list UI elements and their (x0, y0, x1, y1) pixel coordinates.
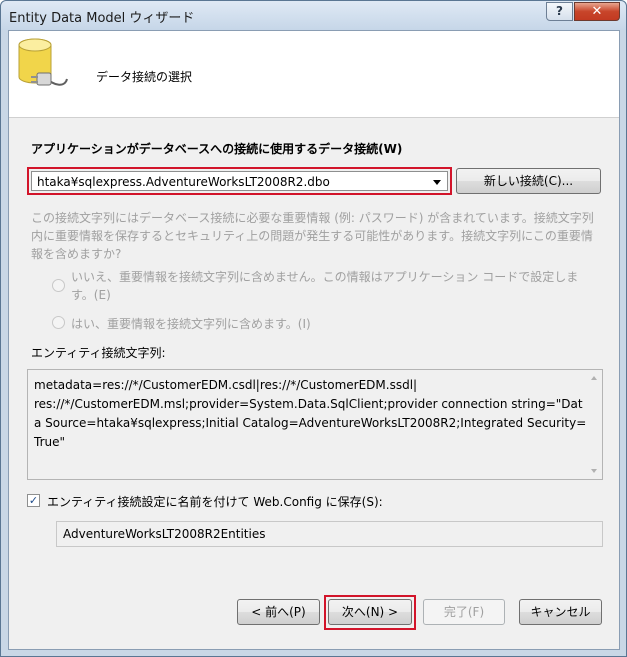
wizard-client-area: データ接続の選択 アプリケーションがデータベースへの接続に使用するデータ接続(W… (8, 30, 620, 650)
connection-label: アプリケーションがデータベースへの接続に使用するデータ接続(W) (31, 142, 403, 156)
entity-connection-label: エンティティ接続文字列: (31, 346, 166, 360)
window-title: Entity Data Model ウィザード (9, 11, 195, 26)
connection-name-value: AdventureWorksLT2008R2Entities (63, 527, 266, 541)
cancel-button[interactable]: キャンセル (519, 599, 602, 625)
scroll-up-icon[interactable] (591, 376, 597, 380)
radio-exclude-sensitive[interactable] (52, 279, 65, 292)
sensitive-info-description-3: 報を含めますか? (31, 247, 122, 261)
radio-exclude-sensitive-label-1: いいえ、重要情報を接続文字列に含めません。この情報はアプリケーション コードで設… (71, 270, 579, 284)
sensitive-info-description-2: 内に重要情報を保存するとセキュリティ上の問題が発生する可能性があります。接続文字… (31, 229, 593, 243)
database-plug-icon (18, 38, 68, 86)
title-bar[interactable]: Entity Data Model ウィザード ? ✕ (1, 1, 626, 30)
checkmark-icon: ✓ (28, 494, 39, 507)
save-config-checkbox[interactable]: ✓ (27, 494, 40, 507)
connection-dropdown[interactable]: htaka¥sqlexpress.AdventureWorksLT2008R2.… (27, 167, 452, 195)
entity-connection-value: metadata=res://*/CustomerEDM.csdl|res://… (34, 378, 587, 449)
connection-dropdown-value: htaka¥sqlexpress.AdventureWorksLT2008R2.… (37, 175, 330, 189)
wizard-header: データ接続の選択 (9, 31, 619, 118)
radio-include-sensitive[interactable] (52, 316, 65, 329)
radio-include-sensitive-label: はい、重要情報を接続文字列に含めます。(I) (71, 317, 311, 331)
close-button[interactable]: ✕ (574, 2, 620, 21)
help-button[interactable]: ? (546, 2, 573, 21)
new-connection-button[interactable]: 新しい接続(C)... (456, 168, 601, 194)
entity-connection-scrollbar[interactable] (587, 370, 602, 479)
page-title: データ接続の選択 (96, 70, 193, 84)
radio-exclude-sensitive-label-2: す。(E) (71, 288, 111, 302)
chevron-down-icon[interactable] (433, 180, 441, 185)
entity-connection-textbox[interactable]: metadata=res://*/CustomerEDM.csdl|res://… (27, 369, 603, 480)
next-button[interactable]: 次へ(N) > (328, 599, 412, 625)
connection-dropdown-box[interactable]: htaka¥sqlexpress.AdventureWorksLT2008R2.… (31, 171, 448, 191)
close-icon: ✕ (591, 4, 603, 19)
connection-name-field[interactable]: AdventureWorksLT2008R2Entities (56, 521, 603, 547)
scroll-down-icon[interactable] (591, 469, 597, 473)
sensitive-info-description-1: この接続文字列にはデータベース接続に必要な重要情報 (例: パスワード) が含ま… (31, 211, 594, 225)
back-button[interactable]: < 前へ(P) (237, 599, 320, 625)
wizard-window: Entity Data Model ウィザード ? ✕ データ接続の選択 アプリ… (0, 0, 627, 657)
finish-button[interactable]: 完了(F) (423, 599, 505, 625)
save-config-label: エンティティ接続設定に名前を付けて Web.Config に保存(S): (47, 495, 383, 509)
